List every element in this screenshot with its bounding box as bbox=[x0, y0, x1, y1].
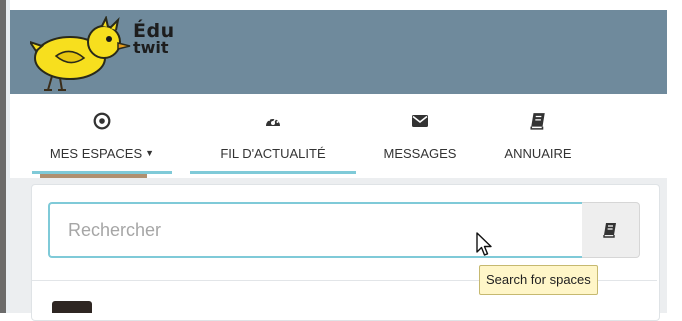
nav-item-messages[interactable]: MESSAGES bbox=[370, 94, 470, 178]
nav-item-mes-espaces[interactable]: MES ESPACES ▼ bbox=[32, 94, 172, 178]
caret-down-icon: ▼ bbox=[145, 148, 155, 158]
nav-label-messages: MESSAGES bbox=[383, 146, 457, 161]
book-icon bbox=[603, 223, 616, 238]
envelope-icon bbox=[412, 115, 428, 127]
logo-wordmark: Édu twit bbox=[133, 20, 175, 57]
mouse-cursor-icon bbox=[476, 232, 492, 256]
nav-label-mes-espaces: MES ESPACES ▼ bbox=[32, 146, 172, 161]
nav-label-annuaire: ANNUAIRE bbox=[504, 146, 572, 161]
tooltip: Search for spaces bbox=[479, 265, 598, 295]
space-thumbnail[interactable] bbox=[52, 301, 92, 313]
space-list-item-clipped[interactable] bbox=[108, 305, 228, 313]
book-icon bbox=[530, 113, 545, 130]
logo-line-2: twit bbox=[133, 38, 169, 57]
nav-label-text: MES ESPACES bbox=[49, 146, 143, 161]
circle-dot-icon bbox=[93, 112, 111, 130]
nav-item-annuaire[interactable]: ANNUAIRE bbox=[488, 94, 588, 178]
nav-item-fil-actualite[interactable]: FIL D'ACTUALITÉ bbox=[190, 94, 356, 178]
search-spaces-button[interactable] bbox=[582, 202, 640, 258]
main-nav: MES ESPACES ▼ FIL D'ACTUALITÉ MESSAGES A… bbox=[10, 94, 667, 178]
app-header: Édu twit bbox=[10, 10, 667, 94]
dashboard-icon bbox=[266, 116, 280, 126]
logo-line-1: Édu bbox=[133, 20, 175, 42]
nav-label-fil-actualite: FIL D'ACTUALITÉ bbox=[220, 146, 326, 161]
search-input[interactable] bbox=[48, 202, 582, 258]
nav-underline-fil-actualite bbox=[190, 171, 356, 174]
